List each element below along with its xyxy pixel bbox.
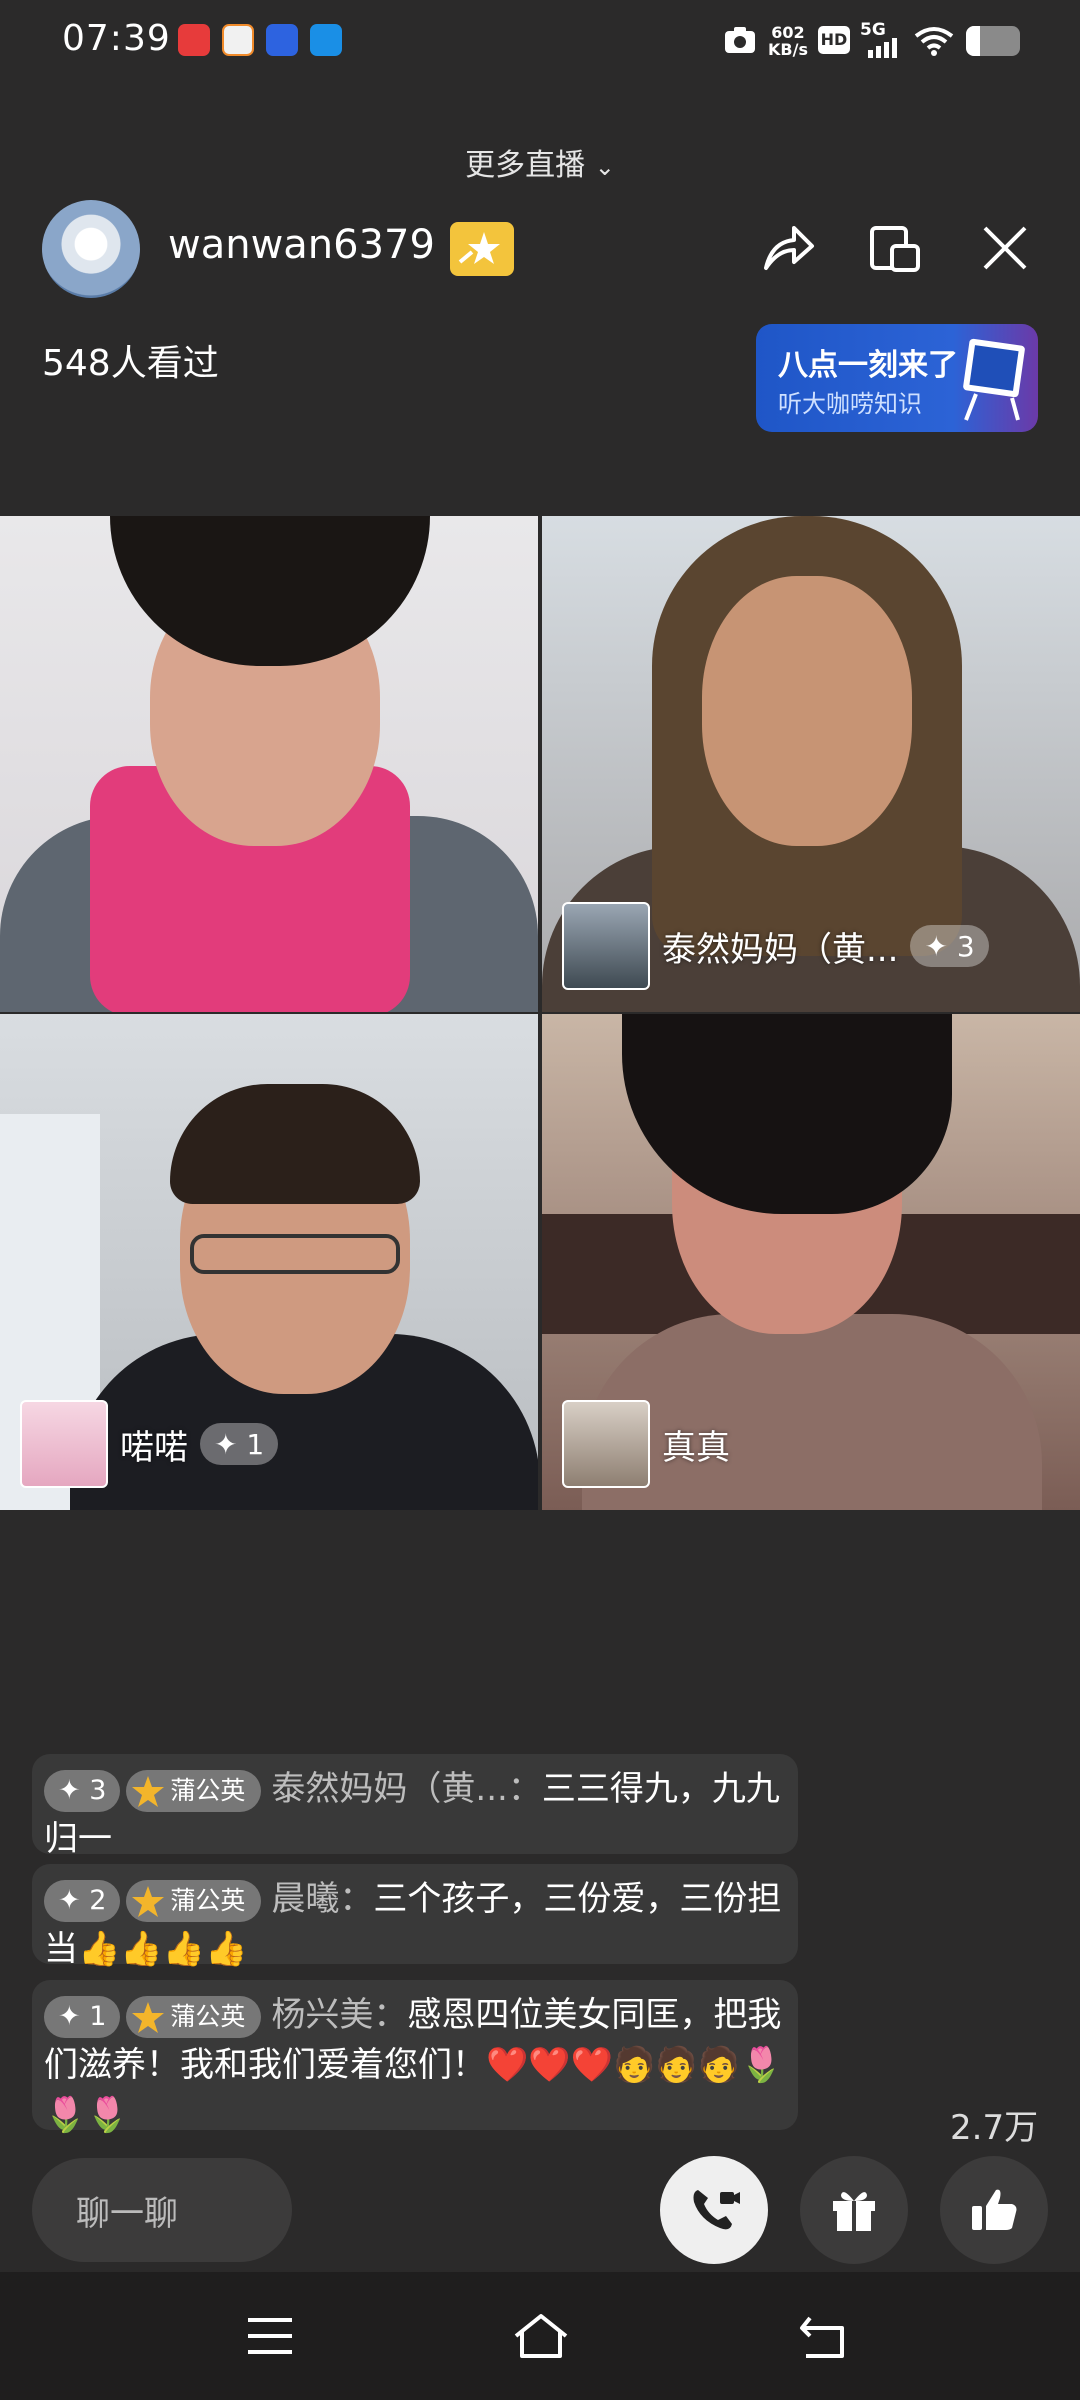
chat-message[interactable]: ✦ 2 蒲公英 晨曦：三个孩子，三份爱，三份担当👍👍👍👍: [32, 1864, 798, 1969]
wifi-icon: [914, 27, 954, 56]
fan-badge: 蒲公英: [126, 1879, 262, 1922]
glasses: [190, 1234, 400, 1274]
app-notification-icon: [266, 24, 298, 56]
chalkboard-icon: [963, 338, 1025, 421]
thumbs-up-icon: [972, 2189, 1017, 2230]
participant-label: 喏喏 ✦ 1: [20, 1400, 279, 1488]
fan-badge: 蒲公英: [126, 1995, 262, 2038]
star-icon: [132, 1775, 165, 1807]
like-button[interactable]: [940, 2156, 1048, 2264]
promo-banner[interactable]: 八点一刻来了 听大咖唠知识: [756, 324, 1038, 432]
person-hair: [170, 1084, 420, 1204]
chat-input[interactable]: 聊一聊: [32, 2158, 292, 2262]
more-live-dropdown[interactable]: 更多直播 ⌄: [0, 140, 1080, 184]
participant-level-badge: ✦ 1: [200, 1423, 279, 1465]
star-icon: [458, 232, 500, 264]
video-tile-host[interactable]: [0, 516, 538, 1012]
video-tile-guest-1[interactable]: 泰然妈妈（黄... ✦ 3: [542, 516, 1080, 1012]
chevron-down-icon: ⌄: [594, 153, 615, 181]
participant-name: 喏喏: [120, 1427, 188, 1468]
person-face: [702, 576, 912, 846]
home-icon[interactable]: [512, 2312, 570, 2360]
share-icon[interactable]: [758, 218, 818, 278]
user-level-badge: ✦ 2: [44, 1879, 121, 1922]
participant-level-badge: ✦ 3: [910, 925, 989, 967]
video-tile-guest-2[interactable]: 喏喏 ✦ 1: [0, 1014, 538, 1510]
host-level-badge: [450, 222, 514, 276]
status-bar: 07:39 602 KB/s HD 5G: [0, 0, 1080, 90]
video-call-button[interactable]: [660, 2156, 768, 2264]
chat-username: 晨曦：: [271, 1879, 374, 1919]
participant-avatar: [562, 902, 650, 990]
person-body: [582, 1314, 1042, 1510]
phone-video-icon: [693, 2190, 740, 2230]
star-icon: [132, 1885, 165, 1917]
hd-icon: HD: [818, 26, 850, 54]
camera-icon: [725, 27, 755, 53]
back-icon[interactable]: [798, 2312, 848, 2360]
chat-username: 泰然妈妈（黄...：: [271, 1769, 542, 1809]
close-icon[interactable]: [975, 218, 1035, 278]
viewer-count: 548人看过: [42, 343, 219, 384]
fan-badge: 蒲公英: [126, 1769, 262, 1812]
likes-count: 2.7万: [950, 2108, 1039, 2148]
star-icon: [132, 2001, 165, 2033]
host-name[interactable]: wanwan6379: [168, 222, 435, 268]
promo-title: 八点一刻来了: [778, 348, 958, 383]
participant-avatar: [562, 1400, 650, 1488]
participant-name: 泰然妈妈（黄...: [662, 929, 899, 970]
app-notification-icon: [222, 24, 254, 56]
promo-subtitle: 听大咖唠知识: [778, 390, 922, 418]
participant-name: 真真: [662, 1427, 730, 1468]
chat-message[interactable]: ✦ 3 蒲公英 泰然妈妈（黄...：三三得九，九九归一: [32, 1754, 798, 1859]
participant-label: 泰然妈妈（黄... ✦ 3: [562, 902, 989, 990]
picture-in-picture-icon[interactable]: [866, 218, 926, 278]
gift-button[interactable]: [800, 2156, 908, 2264]
user-level-badge: ✦ 3: [44, 1769, 121, 1812]
signal-icon: [868, 38, 897, 58]
chat-username: 杨兴美：: [271, 1995, 408, 2035]
menu-icon[interactable]: [246, 2316, 294, 2356]
participant-label: 真真: [562, 1400, 730, 1488]
network-speed: 602 KB/s: [768, 23, 808, 59]
video-tile-guest-3[interactable]: 真真: [542, 1014, 1080, 1510]
chat-message[interactable]: ✦ 1 蒲公英 杨兴美：感恩四位美女同匡，把我们滋养！我和我们爱着您们！❤️❤️❤️…: [32, 1980, 798, 2135]
host-avatar[interactable]: [42, 200, 140, 298]
participant-avatar: [20, 1400, 108, 1488]
system-nav-bar: [0, 2272, 1080, 2400]
person-hair: [110, 516, 430, 666]
clock: 07:39: [62, 18, 171, 59]
user-level-badge: ✦ 1: [44, 1995, 121, 2038]
battery-icon: [966, 26, 1020, 56]
gift-icon: [833, 2192, 875, 2231]
app-notification-icon: [178, 24, 210, 56]
app-notification-icon: [310, 24, 342, 56]
